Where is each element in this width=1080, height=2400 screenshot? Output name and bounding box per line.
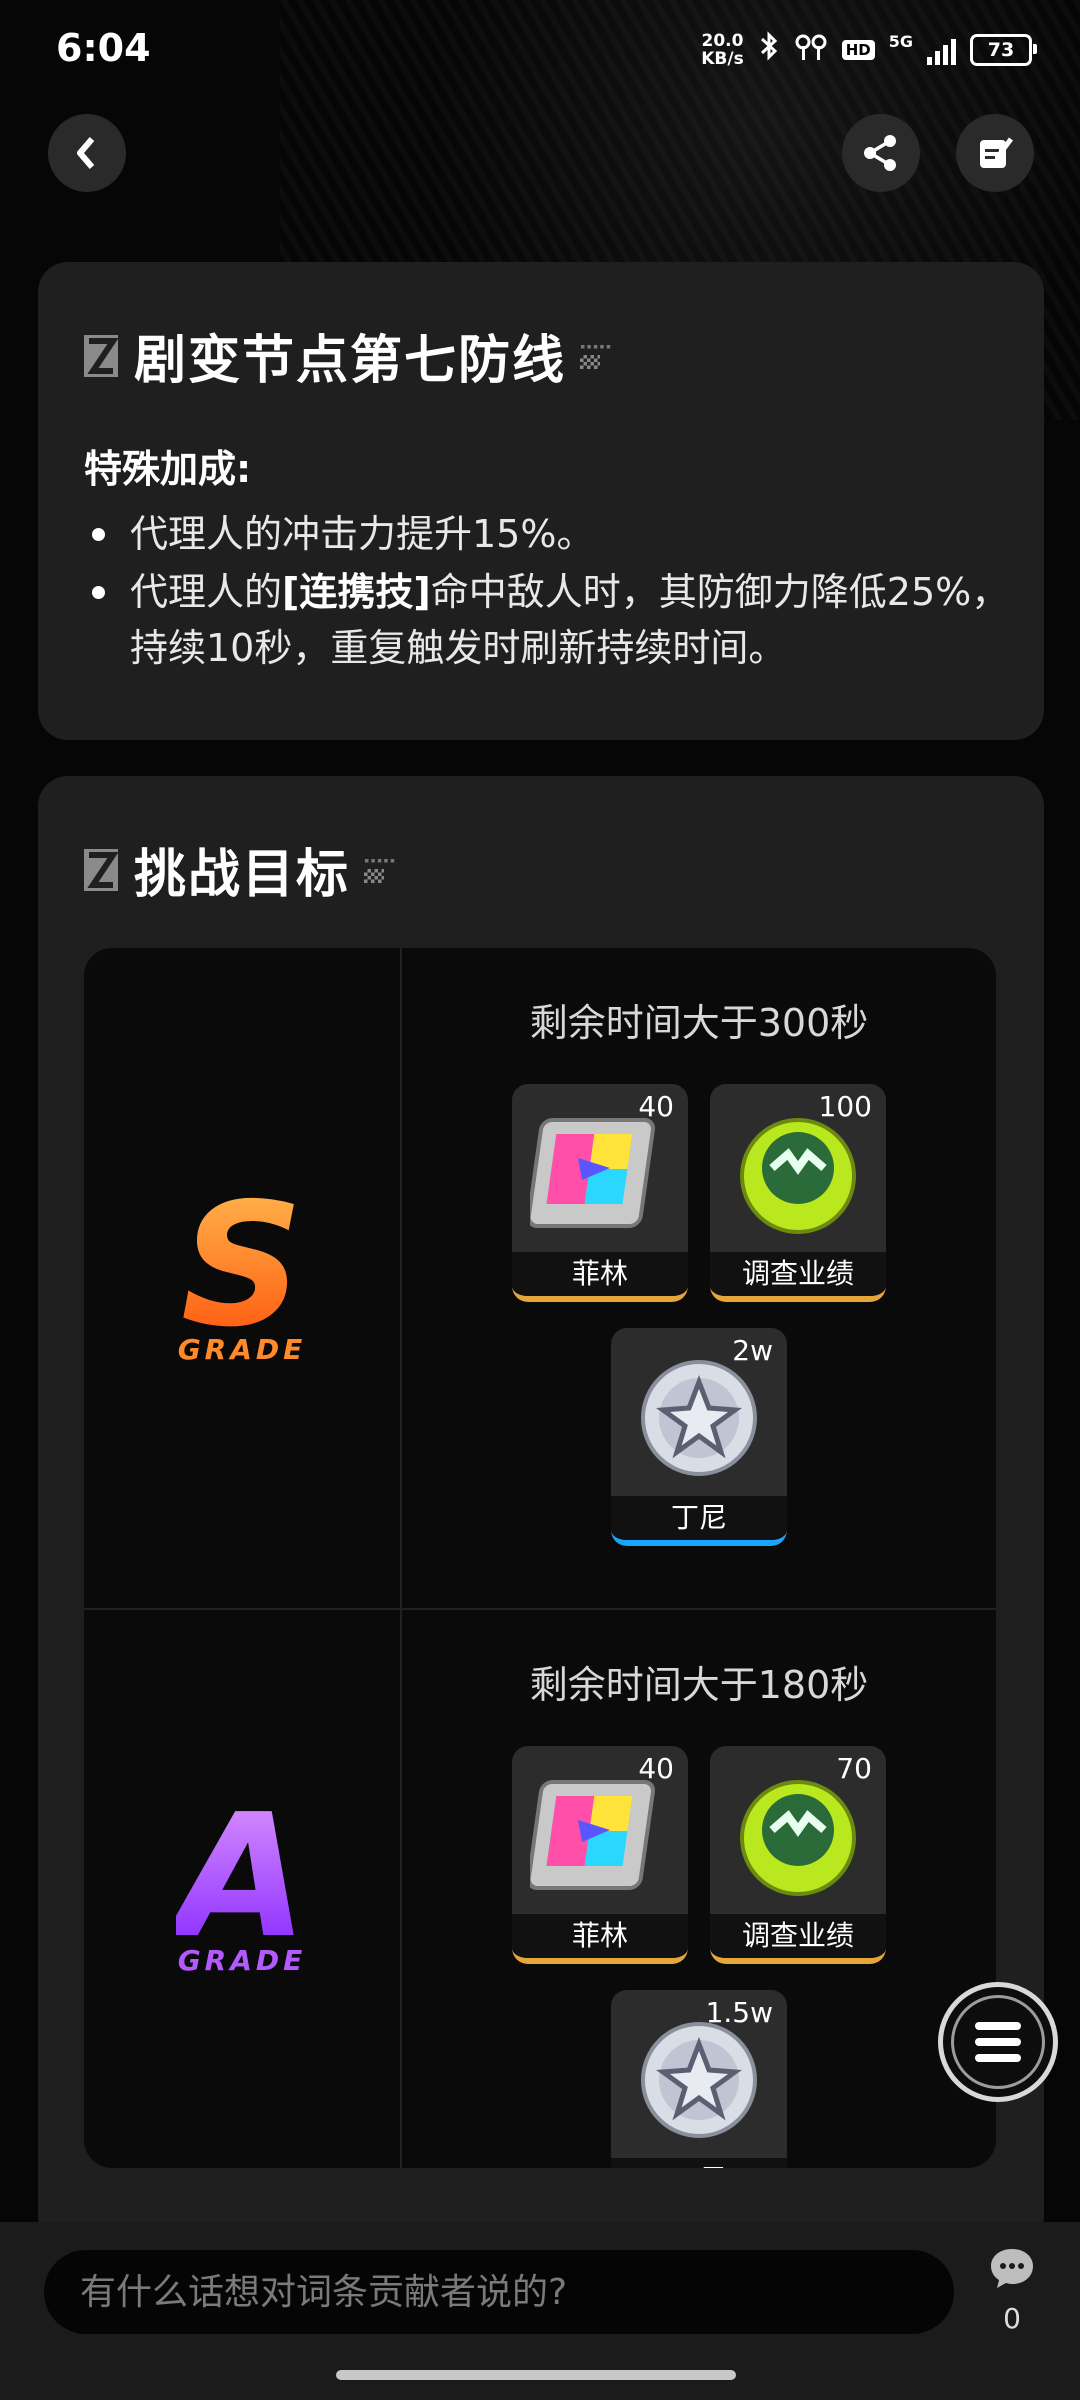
grade-a-badge: A GRADE bbox=[176, 1777, 308, 1977]
reward-name: 菲林 bbox=[512, 1914, 688, 1958]
reward-item-film[interactable]: 40 菲林 bbox=[512, 1084, 688, 1302]
reward-name: 调查业绩 bbox=[710, 1252, 886, 1296]
skill-keyword: [连携技] bbox=[282, 570, 431, 614]
reward-quantity: 2w bbox=[732, 1334, 773, 1367]
reward-quantity: 40 bbox=[638, 1090, 674, 1123]
network-speed: 20.0 KB/s bbox=[701, 32, 743, 68]
bluetooth-icon bbox=[758, 30, 780, 70]
grade-word: GRADE bbox=[177, 1943, 307, 1977]
network-type: 5G bbox=[888, 32, 913, 51]
reward-name: 菲林 bbox=[512, 1252, 688, 1296]
status-time: 6:04 bbox=[56, 26, 151, 70]
bonus-item: 代理人的[连携技]命中敌人时，其防御力降低25%，持续10秒，重复触发时刷新持续… bbox=[84, 564, 1014, 676]
reward-quantity: 100 bbox=[818, 1090, 872, 1123]
grade-word: GRADE bbox=[177, 1332, 307, 1366]
status-icons: 20.0 KB/s HD 5G 73 bbox=[701, 30, 1037, 70]
reward-name: 调查业绩 bbox=[710, 1914, 886, 1958]
reward-item-film[interactable]: 40 菲林 bbox=[512, 1746, 688, 1964]
share-button[interactable] bbox=[842, 114, 920, 192]
goal-condition: 剩余时间大于300秒 bbox=[529, 1001, 869, 1045]
battery-level: 73 bbox=[987, 39, 1015, 61]
battery-icon: 73 bbox=[970, 34, 1037, 66]
grade-s-badge: S GRADE bbox=[177, 1181, 307, 1366]
reward-name: 丁尼 bbox=[611, 2158, 787, 2168]
comment-count: 0 bbox=[1003, 2302, 1021, 2335]
network-speed-unit: KB/s bbox=[701, 49, 744, 69]
reward-item-denny[interactable]: 2w 丁尼 bbox=[611, 1328, 787, 1546]
reward-row: 40 菲林 70 调查业绩 bbox=[402, 1746, 996, 1964]
menu-icon bbox=[951, 1995, 1045, 2089]
goal-condition: 剩余时间大于180秒 bbox=[529, 1663, 869, 1707]
zzz-logo-icon bbox=[84, 334, 119, 377]
reward-item-denny[interactable]: 1.5w 丁尼 bbox=[611, 1990, 787, 2168]
reward-item-investigation[interactable]: 100 调查业绩 bbox=[710, 1084, 886, 1302]
reward-quantity: 70 bbox=[836, 1752, 872, 1785]
section-title: 挑战目标 bbox=[134, 845, 351, 905]
challenge-card: 挑战目标 ▪▪▪▪▪ S GRADE 剩余时间大于300秒 40 菲林 100 bbox=[38, 776, 1044, 2246]
chevron-left-icon bbox=[72, 135, 102, 171]
hd-badge: HD bbox=[841, 40, 875, 60]
bonus-section-header: 剧变节点第七防线 ▪▪▪▪▪ bbox=[84, 318, 612, 393]
reward-name: 丁尼 bbox=[611, 1496, 787, 1540]
status-bar: 6:04 20.0 KB/s HD 5G 73 bbox=[0, 0, 1080, 100]
decorative-tag: ▪▪▪▪▪ bbox=[580, 342, 612, 369]
grade-a-cell: A GRADE bbox=[84, 1610, 400, 2168]
reward-quantity: 1.5w bbox=[705, 1996, 773, 2029]
home-indicator[interactable] bbox=[336, 2370, 736, 2380]
grade-s-cell: S GRADE bbox=[84, 948, 400, 1608]
reward-row: 40 菲林 100 调查业绩 bbox=[402, 1084, 996, 1302]
bonus-label: 特殊加成: bbox=[84, 447, 252, 491]
reward-row: 2w 丁尼 bbox=[402, 1328, 996, 1546]
signal-icon bbox=[927, 35, 956, 65]
section-title: 剧变节点第七防线 bbox=[134, 331, 567, 391]
earbuds-icon bbox=[794, 32, 828, 68]
back-button[interactable] bbox=[48, 114, 126, 192]
comment-input[interactable] bbox=[44, 2250, 954, 2334]
comment-bubble-icon[interactable] bbox=[988, 2246, 1036, 2290]
zzz-logo-icon bbox=[84, 848, 119, 891]
bonus-item: 代理人的冲击力提升15%。 bbox=[84, 506, 1014, 562]
floating-menu-button[interactable] bbox=[938, 1982, 1058, 2102]
edit-button[interactable] bbox=[956, 114, 1034, 192]
bonus-card: 剧变节点第七防线 ▪▪▪▪▪ 特殊加成: 代理人的冲击力提升15%。 代理人的[… bbox=[38, 262, 1044, 740]
challenge-section-header: 挑战目标 ▪▪▪▪▪ bbox=[84, 832, 396, 907]
grade-letter: S bbox=[178, 1181, 307, 1351]
edit-note-icon bbox=[975, 133, 1015, 173]
grade-letter: A bbox=[176, 1777, 308, 1976]
decorative-tag: ▪▪▪▪▪ bbox=[364, 856, 396, 883]
network-speed-value: 20.0 bbox=[701, 31, 744, 51]
reward-item-investigation[interactable]: 70 调查业绩 bbox=[710, 1746, 886, 1964]
share-icon bbox=[861, 133, 901, 173]
reward-row: 1.5w 丁尼 bbox=[402, 1990, 996, 2168]
bonus-list: 代理人的冲击力提升15%。 代理人的[连携技]命中敌人时，其防御力降低25%，持… bbox=[84, 506, 1014, 678]
challenge-table: S GRADE 剩余时间大于300秒 40 菲林 100 调查业绩 2w 丁尼 … bbox=[84, 948, 996, 2168]
reward-quantity: 40 bbox=[638, 1752, 674, 1785]
